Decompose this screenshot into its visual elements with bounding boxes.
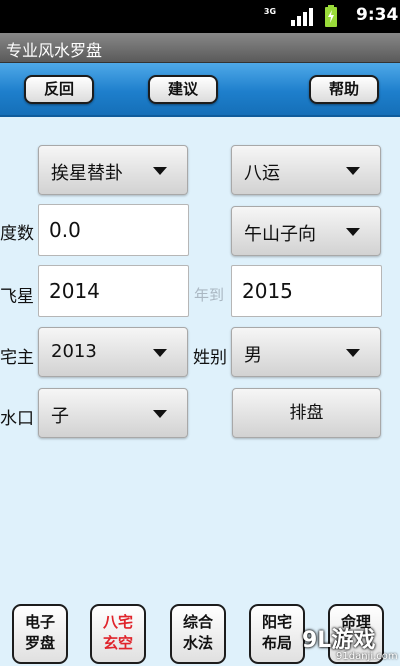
period-select-value: 八运 bbox=[244, 163, 280, 184]
tab-label-line1: 电子 bbox=[24, 613, 55, 631]
tab-electronic-compass[interactable]: 电子 罗盘 bbox=[12, 604, 68, 664]
degree-label: 度数 bbox=[0, 224, 34, 244]
direction-select[interactable]: 午山子向 bbox=[231, 206, 381, 256]
tab-label-line2: 布局 bbox=[261, 634, 292, 652]
network-type-indicator: 3G bbox=[263, 7, 277, 16]
tab-label-line1: 八宅 bbox=[102, 613, 133, 631]
back-button[interactable]: 反回 bbox=[24, 75, 94, 104]
tab-label-line2: 罗盘 bbox=[24, 634, 55, 652]
chevron-down-icon bbox=[346, 228, 360, 236]
watermark-site: 91danji.com bbox=[336, 651, 398, 662]
start-year-input[interactable]: 2014 bbox=[38, 265, 189, 317]
method-select[interactable]: 挨星替卦 bbox=[38, 145, 188, 195]
chevron-down-icon bbox=[153, 410, 167, 418]
tab-label-line2: 玄空 bbox=[102, 634, 133, 652]
gender-value: 男 bbox=[244, 345, 262, 366]
suggest-button[interactable]: 建议 bbox=[148, 75, 218, 104]
end-year-value: 2015 bbox=[242, 279, 293, 303]
clock: 9:34 bbox=[356, 5, 399, 25]
water-value: 子 bbox=[51, 406, 69, 427]
tab-label-line1: 综合 bbox=[182, 613, 213, 631]
to-year-label: 年到 bbox=[194, 286, 225, 304]
tab-label-line2: 水法 bbox=[182, 634, 213, 652]
tab-house-layout[interactable]: 阳宅 布局 bbox=[249, 604, 305, 664]
chevron-down-icon bbox=[153, 167, 167, 175]
chevron-down-icon bbox=[153, 349, 167, 357]
chevron-down-icon bbox=[346, 349, 360, 357]
battery-charging-icon bbox=[325, 5, 337, 27]
degree-input[interactable]: 0.0 bbox=[38, 204, 189, 256]
status-bar: 3G 9:34 bbox=[0, 0, 400, 33]
period-select[interactable]: 八运 bbox=[231, 145, 381, 195]
chevron-down-icon bbox=[346, 167, 360, 175]
tab-bazhai-xuankong[interactable]: 八宅 玄空 bbox=[90, 604, 146, 664]
water-label: 水口 bbox=[0, 409, 34, 429]
tab-label-line1: 阳宅 bbox=[261, 613, 292, 631]
start-year-value: 2014 bbox=[49, 279, 100, 303]
owner-label: 宅主 bbox=[0, 348, 34, 368]
method-select-value: 挨星替卦 bbox=[51, 163, 123, 184]
water-select[interactable]: 子 bbox=[38, 388, 188, 438]
end-year-input[interactable]: 2015 bbox=[231, 265, 382, 317]
direction-select-value: 午山子向 bbox=[244, 224, 316, 245]
watermark: 9L游戏 91danji.com bbox=[302, 622, 400, 666]
flying-star-label: 飞星 bbox=[0, 287, 34, 307]
arrange-chart-button[interactable]: 排盘 bbox=[232, 388, 381, 438]
title-bar: 专业风水罗盘 bbox=[0, 33, 400, 63]
degree-input-value: 0.0 bbox=[49, 218, 81, 242]
owner-year-select[interactable]: 2013 bbox=[38, 327, 188, 377]
toolbar: 反回 建议 帮助 bbox=[0, 63, 400, 117]
tab-water-method[interactable]: 综合 水法 bbox=[170, 604, 226, 664]
watermark-logo: 9L游戏 bbox=[302, 628, 376, 653]
gender-select[interactable]: 男 bbox=[231, 327, 381, 377]
owner-year-value: 2013 bbox=[51, 341, 97, 362]
help-button[interactable]: 帮助 bbox=[309, 75, 379, 104]
app-title: 专业风水罗盘 bbox=[6, 41, 103, 60]
signal-icon bbox=[291, 8, 313, 26]
gender-label: 姓别 bbox=[193, 348, 227, 368]
